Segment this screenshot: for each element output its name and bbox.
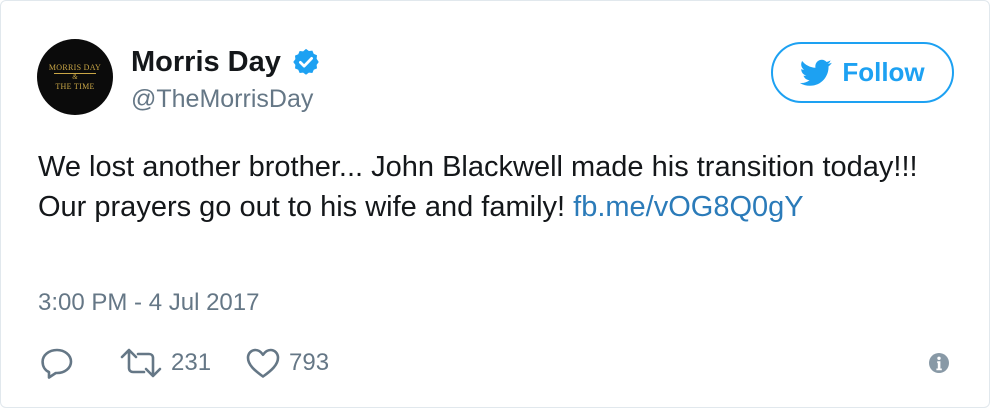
info-icon[interactable] [928, 352, 950, 374]
retweet-button[interactable]: 231 [119, 347, 211, 379]
heart-icon [246, 348, 280, 378]
tweet-text-line2-body: Our prayers go out to his wife and famil… [38, 191, 574, 223]
twitter-bird-icon [800, 59, 833, 86]
action-bar: 231 793 [39, 345, 329, 381]
timestamp[interactable]: 3:00 PM - 4 Jul 2017 [38, 287, 259, 319]
like-button[interactable]: 793 [245, 347, 329, 379]
like-count: 793 [289, 349, 330, 376]
tweet-text: We lost another brother... John Blackwel… [38, 147, 938, 227]
user-info: Morris Day @TheMorrisDay [131, 45, 321, 115]
tweet-text-line2: Our prayers go out to his wife and famil… [38, 187, 938, 227]
avatar-logo-line2: THE TIME [55, 82, 95, 91]
avatar-logo-line1: MORRIS DAY [48, 63, 102, 72]
tweet-text-line1: We lost another brother... John Blackwel… [38, 151, 918, 183]
avatar[interactable]: MORRIS DAY & THE TIME [37, 39, 113, 115]
retweet-icon [120, 348, 162, 378]
follow-button[interactable]: Follow [771, 42, 954, 103]
display-name[interactable]: Morris Day [131, 45, 281, 79]
tweet-link[interactable]: fb.me/vOG8Q0gY [573, 191, 804, 223]
verified-badge-icon [293, 48, 319, 75]
tweet-card: MORRIS DAY & THE TIME Morris Day @TheMor… [0, 0, 990, 408]
user-handle[interactable]: @TheMorrisDay [131, 83, 321, 115]
follow-label: Follow [842, 57, 925, 87]
name-row: Morris Day [131, 45, 321, 79]
avatar-logo-amp: & [54, 73, 96, 81]
retweet-count: 231 [171, 349, 212, 376]
reply-icon [41, 348, 73, 379]
reply-button[interactable] [39, 347, 75, 379]
